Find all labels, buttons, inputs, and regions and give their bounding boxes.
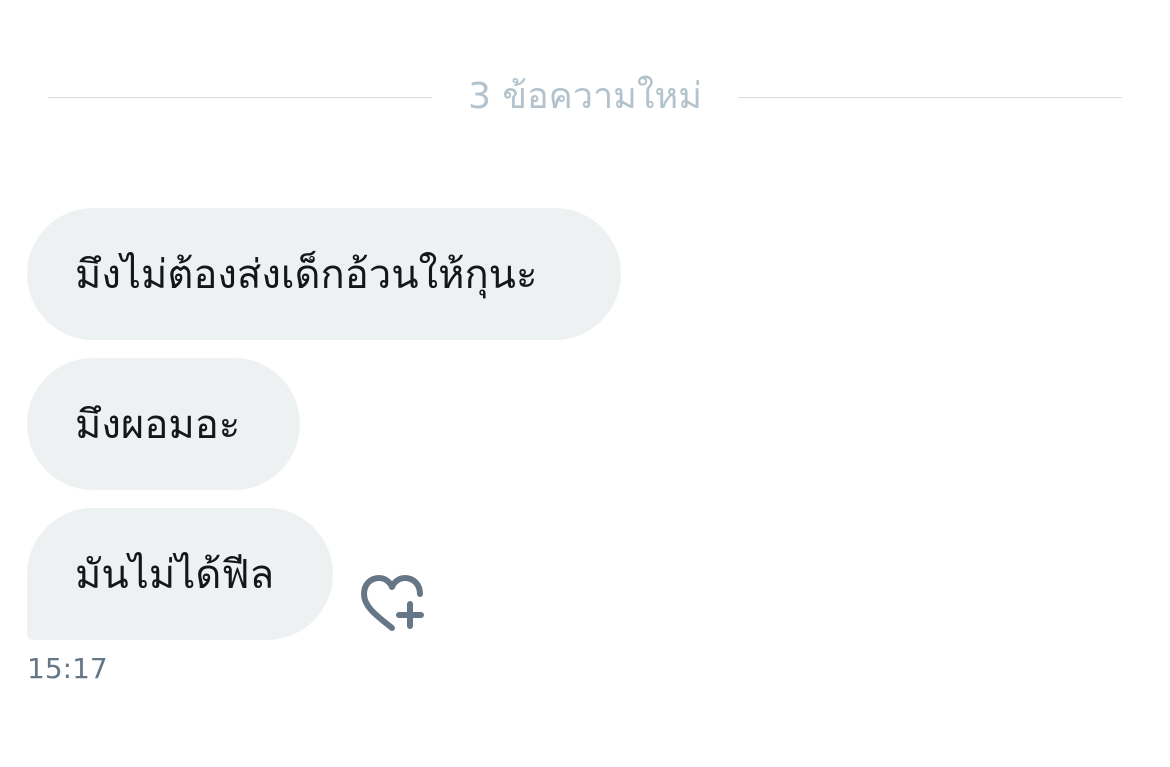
divider-line-left — [48, 97, 432, 98]
divider-line-right — [738, 97, 1122, 98]
message-text: มึงผอมอะ — [75, 402, 241, 448]
message-text: มันไม่ได้ฟีล — [75, 552, 275, 598]
heart-plus-icon — [361, 575, 424, 631]
like-button[interactable] — [358, 574, 430, 634]
new-messages-label: 3 ข้อความใหม่ — [468, 76, 702, 117]
message-bubble[interactable]: มึงไม่ต้องส่งเด็กอ้วนให้กุนะ — [27, 208, 621, 340]
message-bubble[interactable]: มึงผอมอะ — [27, 358, 300, 490]
message-text: มึงไม่ต้องส่งเด็กอ้วนให้กุนะ — [75, 252, 538, 298]
message-timestamp: 15:17 — [27, 652, 108, 685]
message-bubble[interactable]: มันไม่ได้ฟีล — [27, 508, 333, 640]
